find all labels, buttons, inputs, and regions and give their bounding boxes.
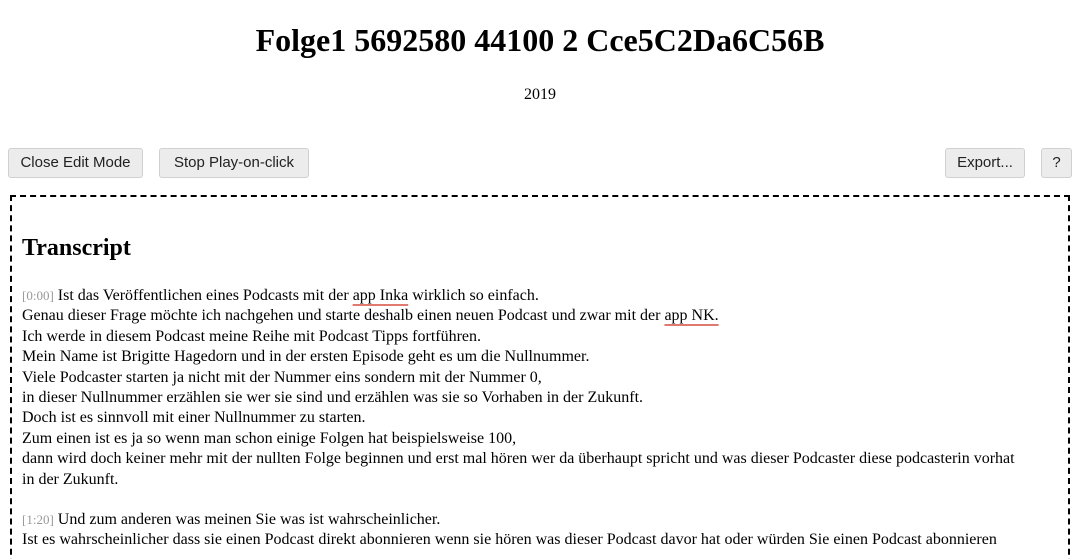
page-title: Folge1 5692580 44100 2 Cce5C2Da6C56B <box>255 22 825 58</box>
transcript-line[interactable]: Mein Name ist Brigitte Hagedorn und in d… <box>22 347 1022 367</box>
transcript-line[interactable]: Genau dieser Frage möchte ich nachgehen … <box>22 306 1022 326</box>
spelling-flagged-word[interactable]: app Inka <box>353 287 409 304</box>
transcript-text: Genau dieser Frage möchte ich nachgehen … <box>22 307 665 325</box>
spelling-flagged-word[interactable]: app NK. <box>664 307 718 324</box>
transcript-line[interactable]: [0:00] Ist das Veröffentlichen eines Pod… <box>22 286 1022 306</box>
export-button[interactable]: Export... <box>945 148 1025 178</box>
timestamp-link[interactable]: [0:00] <box>22 288 54 303</box>
close-edit-mode-button[interactable]: Close Edit Mode <box>8 148 143 178</box>
transcript-heading: Transcript <box>22 235 131 261</box>
transcript-editor[interactable]: Transcript [0:00] Ist das Veröffentliche… <box>10 195 1070 559</box>
transcript-text: wirklich so einfach. <box>408 287 539 304</box>
transcript-paragraph[interactable]: [1:20] Und zum anderen was meinen Sie wa… <box>22 510 1022 551</box>
transcript-line[interactable]: in dieser Nullnummer erzählen sie wer si… <box>22 388 1022 408</box>
timestamp-link[interactable]: [1:20] <box>22 512 54 527</box>
transcript-line[interactable]: dann wird doch keiner mehr mit der nullt… <box>22 449 1022 490</box>
transcript-text: Ist das Veröffentlichen eines Podcasts m… <box>57 287 353 304</box>
transcript-text: Und zum anderen was meinen Sie was ist w… <box>57 511 441 529</box>
transcript-body[interactable]: [0:00] Ist das Veröffentlichen eines Pod… <box>22 286 1022 559</box>
help-button[interactable]: ? <box>1041 148 1072 178</box>
transcript-line[interactable]: [1:20] Und zum anderen was meinen Sie wa… <box>22 510 1022 530</box>
episode-year: 2019 <box>524 86 556 103</box>
transcript-line[interactable]: Ich werde in diesem Podcast meine Reihe … <box>22 327 1022 347</box>
transcript-line[interactable]: Ist es wahrscheinlicher dass sie einen P… <box>22 530 1022 550</box>
transcript-line[interactable]: Doch ist es sinnvoll mit einer Nullnumme… <box>22 408 1022 428</box>
transcript-paragraph[interactable]: [0:00] Ist das Veröffentlichen eines Pod… <box>22 286 1022 490</box>
transcript-line[interactable]: Viele Podcaster starten ja nicht mit der… <box>22 368 1022 388</box>
stop-play-on-click-button[interactable]: Stop Play-on-click <box>159 148 309 178</box>
transcript-line[interactable]: Zum einen ist es ja so wenn man schon ei… <box>22 429 1022 449</box>
